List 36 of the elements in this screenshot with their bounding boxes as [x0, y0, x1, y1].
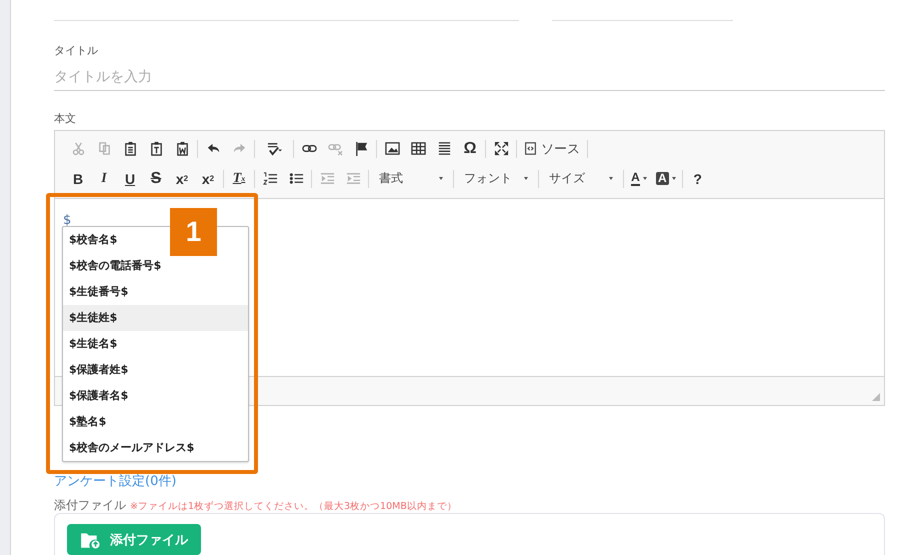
caret-icon — [439, 177, 443, 180]
caret-icon — [672, 177, 676, 180]
title-field[interactable]: タイトルを入力 — [54, 64, 885, 91]
document-icon — [524, 142, 537, 156]
format-button[interactable]: Ω — [457, 138, 483, 160]
typed-text: $ — [63, 212, 72, 228]
format-button[interactable]: U — [117, 168, 143, 190]
autocomplete-item[interactable]: $校舎名$ — [63, 227, 122, 253]
autocomplete-item[interactable]: $校舎の電話番号$ — [63, 253, 166, 279]
format-button[interactable]: ? — [684, 168, 711, 190]
dropdown[interactable]: サイズ — [541, 168, 621, 190]
text-color-button[interactable]: A — [626, 168, 652, 190]
caret-icon — [609, 177, 613, 180]
dropdown[interactable]: 書式 — [371, 168, 451, 190]
autocomplete-item[interactable]: $生徒名$ — [63, 331, 122, 357]
autocomplete-item[interactable]: $校舎のメールアドレス$ — [63, 435, 198, 461]
format-button[interactable]: B — [65, 168, 91, 190]
autocomplete-item[interactable]: $保護者名$ — [63, 383, 132, 409]
format-button[interactable]: S — [143, 168, 169, 190]
field-label: タイトル — [54, 43, 98, 58]
autocomplete-item[interactable]: $塾名$ — [63, 409, 110, 435]
background-color-button[interactable]: A — [652, 168, 680, 190]
caret-icon — [524, 177, 528, 180]
attachment-note: ※ファイルは1枚ずつ選択してください。（最大3枚かつ10MB以内まで） — [130, 500, 457, 513]
step-number-badge: 1 — [170, 208, 217, 256]
folder-icon — [80, 530, 100, 548]
autocomplete-item[interactable]: $生徒番号$ — [63, 279, 132, 305]
format-button[interactable]: I — [91, 168, 117, 190]
field-label: 添付ファイル — [54, 497, 126, 514]
autocomplete-item[interactable]: $生徒姓$ — [63, 305, 248, 331]
field-label: 本文 — [54, 110, 76, 126]
dropdown[interactable]: フォント — [456, 168, 536, 190]
format-button[interactable]: x$^{2}$ — [195, 168, 221, 190]
source-button[interactable]: ソース — [519, 138, 585, 160]
caret-icon — [642, 177, 647, 180]
resize-handle-icon[interactable] — [872, 392, 880, 401]
